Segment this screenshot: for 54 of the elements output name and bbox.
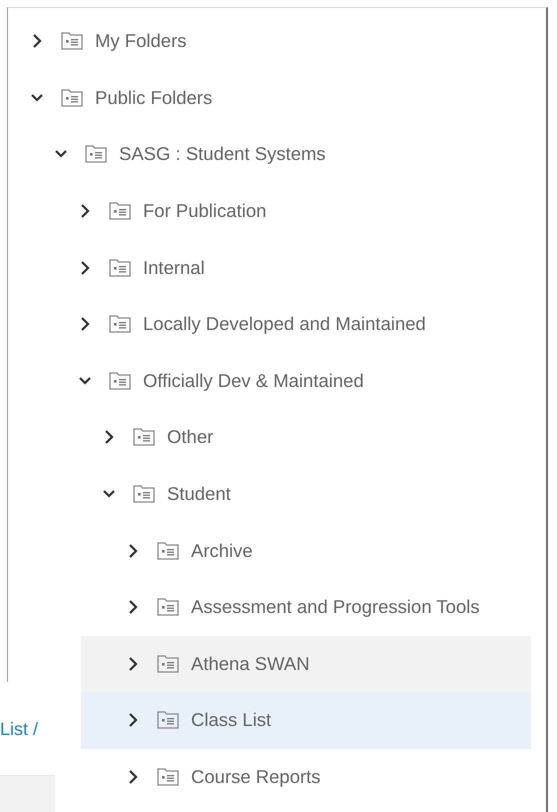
breadcrumb-separator: / (33, 719, 38, 740)
folder-label: SASG : Student Systems (119, 143, 326, 166)
folder-icon (133, 428, 155, 446)
tree-item[interactable]: Locally Developed and Maintained (33, 296, 531, 353)
folder-label: Class List (191, 709, 272, 732)
folder-icon (109, 315, 131, 334)
chevron-right-icon[interactable] (127, 544, 139, 558)
folder-label: Course Reports (191, 766, 321, 788)
tree-item[interactable]: Class List (81, 692, 531, 749)
folder-label: Officially Dev & Maintained (143, 370, 364, 392)
folder-label: Athena SWAN (191, 652, 310, 675)
folder-label: Archive (191, 540, 253, 562)
chevron-right-icon[interactable] (79, 204, 91, 218)
folder-label: My Folders (95, 30, 186, 52)
tree-item[interactable]: Other (57, 409, 531, 466)
folder-icon (157, 542, 179, 560)
tree-item[interactable]: Public Folders (8, 70, 531, 126)
folder-icon (133, 485, 155, 504)
folder-icon (85, 145, 107, 164)
folder-label: Locally Developed and Maintained (143, 313, 426, 336)
tree-item[interactable]: Course Reports (81, 748, 531, 806)
chevron-right-icon[interactable] (127, 770, 139, 784)
breadcrumb-link[interactable]: List (0, 719, 28, 740)
chevron-right-icon[interactable] (127, 600, 139, 614)
chevron-right-icon[interactable] (31, 34, 43, 48)
chevron-right-icon[interactable] (79, 260, 91, 275)
tree-item[interactable]: SASG : Student Systems (9, 126, 531, 183)
folder-label: Assessment and Progression Tools (191, 596, 480, 618)
tree-item[interactable]: My Folders (8, 13, 531, 70)
chevron-right-icon[interactable] (127, 713, 139, 728)
chevron-right-icon[interactable] (127, 656, 139, 671)
tree-item[interactable]: For Publication (33, 182, 531, 240)
folder-icon (109, 372, 131, 390)
folder-label: Other (167, 426, 214, 448)
folder-label: Student (167, 483, 231, 506)
tree-item[interactable]: Officially Dev & Maintained (33, 352, 531, 410)
folder-label: Public Folders (95, 86, 212, 109)
folder-icon (109, 202, 131, 220)
folder-icon (157, 768, 179, 786)
folder-icon (157, 654, 179, 673)
chevron-right-icon[interactable] (79, 317, 91, 332)
folder-icon (157, 598, 179, 616)
tree-item[interactable]: Internal (33, 239, 531, 296)
folder-icon (157, 711, 179, 730)
folder-label: For Publication (143, 200, 266, 222)
tree-item[interactable]: Student (57, 466, 531, 522)
tree-item[interactable]: Archive (81, 522, 531, 579)
tree-item[interactable]: Athena SWAN (81, 636, 531, 692)
folder-label: Internal (143, 256, 205, 279)
tree-item[interactable]: Assessment and Progression Tools (81, 578, 531, 636)
folder-icon (61, 32, 83, 50)
folder-icon (109, 258, 131, 277)
chevron-right-icon[interactable] (103, 430, 115, 444)
folder-icon (61, 88, 83, 107)
